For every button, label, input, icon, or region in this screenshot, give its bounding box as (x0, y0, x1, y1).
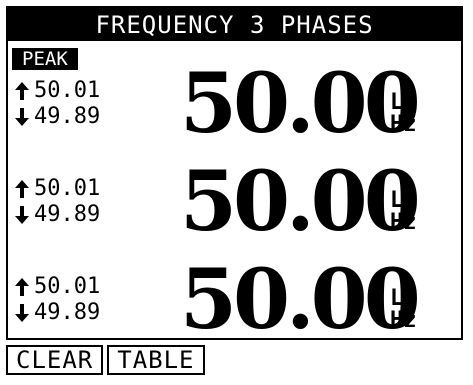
phase-label: L2 (390, 188, 417, 213)
arrow-up-icon (14, 179, 30, 199)
max-value: 50.01 (34, 78, 101, 103)
screen-title: FREQUENCY 3 PHASES (8, 8, 461, 41)
phase-row-l2: 50.01 49.89 50.00 L2 Hz (8, 154, 461, 250)
phase-label: L3 (390, 286, 417, 311)
min-value: 49.89 (34, 300, 101, 325)
unit-block: L1 Hz (390, 92, 417, 136)
clear-button[interactable]: CLEAR (6, 345, 104, 375)
minmax-l1: 50.01 49.89 (14, 78, 100, 130)
minmax-l3: 50.01 49.89 (14, 274, 100, 326)
frequency-value: 50.00 (180, 56, 421, 152)
min-value: 49.89 (34, 104, 101, 129)
phase-row-l3: 50.01 49.89 50.00 L3 Hz (8, 252, 461, 348)
max-value: 50.01 (34, 274, 101, 299)
max-value: 50.01 (34, 176, 101, 201)
min-value: 49.89 (34, 202, 101, 227)
unit-label: Hz (390, 210, 417, 235)
phase-row-l1: 50.01 49.89 50.00 L1 Hz (8, 56, 461, 152)
softkey-bar: CLEAR TABLE (6, 345, 205, 375)
frequency-value: 50.00 (180, 154, 421, 250)
arrow-up-icon (14, 277, 30, 297)
unit-label: Hz (390, 308, 417, 333)
unit-block: L2 Hz (390, 190, 417, 234)
frequency-value: 50.00 (180, 252, 421, 348)
unit-block: L3 Hz (390, 288, 417, 332)
unit-label: Hz (390, 112, 417, 137)
arrow-up-icon (14, 81, 30, 101)
phase-label: L1 (390, 90, 417, 115)
arrow-down-icon (14, 205, 30, 225)
minmax-l2: 50.01 49.89 (14, 176, 100, 228)
arrow-down-icon (14, 107, 30, 127)
table-button[interactable]: TABLE (107, 345, 205, 375)
arrow-down-icon (14, 303, 30, 323)
display-frame: FREQUENCY 3 PHASES PEAK 50.01 49.89 50.0… (6, 6, 463, 346)
